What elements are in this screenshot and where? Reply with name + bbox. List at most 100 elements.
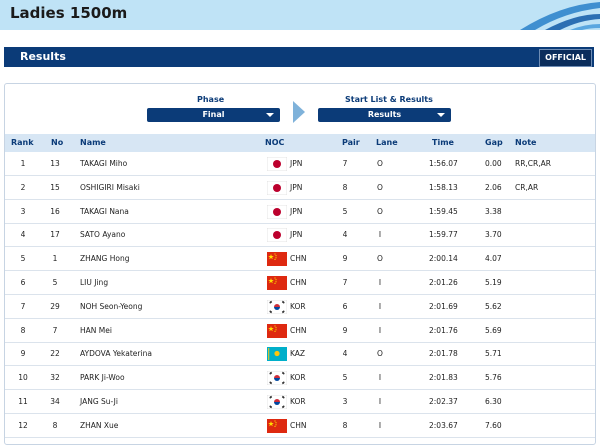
cell-no: 15 (50, 182, 60, 192)
chevron-down-icon (266, 113, 274, 117)
cell-time: 1:59.45 (429, 206, 458, 216)
cell-no: 29 (50, 301, 60, 311)
cell-lane: I (378, 301, 382, 311)
cell-no: 7 (52, 325, 58, 335)
cell-gap: 5.76 (485, 373, 502, 383)
cell-noc: KOR (290, 301, 306, 311)
start-list-select-value: Results (367, 110, 402, 119)
cell-noc: JPN (290, 182, 303, 192)
cell-name: PARK Ji-Woo (80, 373, 125, 383)
start-list-select[interactable]: Results (318, 108, 451, 122)
cell-pair: 9 (342, 254, 348, 264)
table-row: 1 13 TAKAGI Miho JPN 7 O 1:56.07 0.00 RR,CR,AR (5, 152, 595, 176)
cell-pair: 6 (342, 301, 348, 311)
table-header: Rank No Name NOC Pair Lane Time Gap Note (5, 134, 595, 152)
cell-noc: KOR (290, 373, 306, 383)
cell-name: JANG Su-Ji (80, 397, 118, 406)
table-row: 7 29 NOH Seon-Yeong KOR 6 I 2:01.69 5.62 (5, 295, 595, 319)
phase-select[interactable]: Final (147, 108, 280, 122)
cell-gap: 3.38 (485, 206, 502, 216)
chn-flag-icon (267, 323, 287, 338)
cell-gap: 6.30 (485, 397, 502, 406)
cell-rank: 3 (20, 206, 26, 216)
cell-gap: 5.69 (485, 325, 502, 335)
table-row: 12 8 ZHAN Xue CHN 8 I 2:03.67 7.60 (5, 414, 595, 438)
cell-rank: 5 (20, 254, 26, 264)
cell-pair: 3 (342, 397, 348, 406)
cell-rank: 12 (18, 420, 28, 430)
start-list-label: Start List & Results (345, 95, 433, 104)
cell-lane: O (377, 159, 383, 168)
cell-lane: I (378, 397, 382, 406)
cell-gap: 5.19 (485, 278, 502, 287)
table-row: 3 16 TAKAGI Nana JPN 5 O 1:59.45 3.38 (5, 200, 595, 224)
cell-no: 17 (50, 230, 60, 240)
cell-noc: JPN (290, 230, 303, 240)
kor-flag-icon (266, 394, 288, 410)
cell-noc: KAZ (290, 349, 306, 359)
cell-time: 2:01.76 (429, 325, 458, 335)
cell-time: 2:01.26 (429, 278, 458, 287)
col-noc: NOC (265, 138, 285, 147)
cell-name: NOH Seon-Yeong (80, 301, 143, 311)
cell-no: 5 (52, 278, 58, 287)
cell-rank: 1 (20, 159, 26, 168)
cell-time: 2:01.69 (429, 301, 458, 311)
col-gap: Gap (485, 138, 503, 147)
table-row: 9 22 AYDOVA Yekaterina KAZ 4 O 2:01.78 5.71 (5, 342, 595, 367)
col-no: No (51, 138, 64, 147)
jpn-flag-icon (266, 180, 288, 196)
jpn-flag-icon (266, 204, 288, 219)
cell-lane: O (377, 182, 383, 192)
cell-note: RR,CR,AR (515, 159, 551, 168)
col-rank: Rank (11, 138, 34, 147)
cell-name: HAN Mei (80, 325, 112, 335)
cell-time: 2:02.37 (429, 397, 458, 406)
cell-lane: O (377, 206, 383, 216)
cell-pair: 8 (342, 182, 348, 192)
cell-no: 13 (50, 159, 60, 168)
cell-noc: JPN (290, 159, 303, 168)
cell-pair: 7 (342, 278, 348, 287)
results-label: Results (20, 50, 66, 63)
cell-rank: 9 (20, 349, 26, 359)
table-row: 2 15 OSHIGIRI Misaki JPN 8 O 1:58.13 2.06 CR,AR (5, 176, 595, 200)
col-pair: Pair (342, 138, 360, 147)
cell-lane: O (377, 254, 383, 264)
cell-time: 1:56.07 (429, 159, 458, 168)
cell-name: OSHIGIRI Misaki (80, 182, 140, 192)
cell-name: SATO Ayano (80, 230, 126, 240)
cell-noc: CHN (290, 278, 307, 287)
cell-name: ZHANG Hong (80, 254, 130, 264)
cell-time: 1:59.77 (429, 230, 458, 240)
cell-time: 2:03.67 (429, 420, 458, 430)
cell-name: TAKAGI Miho (80, 159, 128, 168)
cell-lane: I (378, 325, 382, 335)
cell-gap: 4.07 (485, 254, 502, 264)
cell-gap: 5.62 (485, 301, 502, 311)
cell-pair: 5 (342, 373, 348, 383)
phase-label: Phase (197, 95, 225, 104)
cell-noc: JPN (290, 206, 303, 216)
cell-pair: 4 (342, 349, 348, 359)
cell-gap: 3.70 (485, 230, 502, 240)
cell-gap: 0.00 (485, 159, 502, 168)
cell-name: ZHAN Xue (80, 420, 119, 430)
cell-pair: 9 (342, 325, 348, 335)
swoosh-logo-icon (520, 2, 600, 30)
table-row: 10 32 PARK Ji-Woo KOR 5 I 2:01.83 5.76 (5, 366, 595, 391)
jpn-flag-icon (266, 156, 288, 172)
kor-flag-icon (266, 299, 288, 315)
cell-no: 32 (50, 373, 60, 383)
cell-gap: 5.71 (485, 349, 502, 359)
event-header: Ladies 1500m (0, 0, 600, 30)
phase-select-value: Final (202, 110, 225, 119)
cell-rank: 8 (20, 325, 26, 335)
cell-time: 2:00.14 (429, 254, 458, 264)
cell-name: AYDOVA Yekaterina (80, 349, 152, 359)
cell-pair: 5 (342, 206, 348, 216)
cell-note: CR,AR (515, 182, 539, 192)
cell-time: 2:01.78 (429, 349, 458, 359)
cell-time: 1:58.13 (429, 182, 458, 192)
cell-rank: 2 (20, 182, 26, 192)
